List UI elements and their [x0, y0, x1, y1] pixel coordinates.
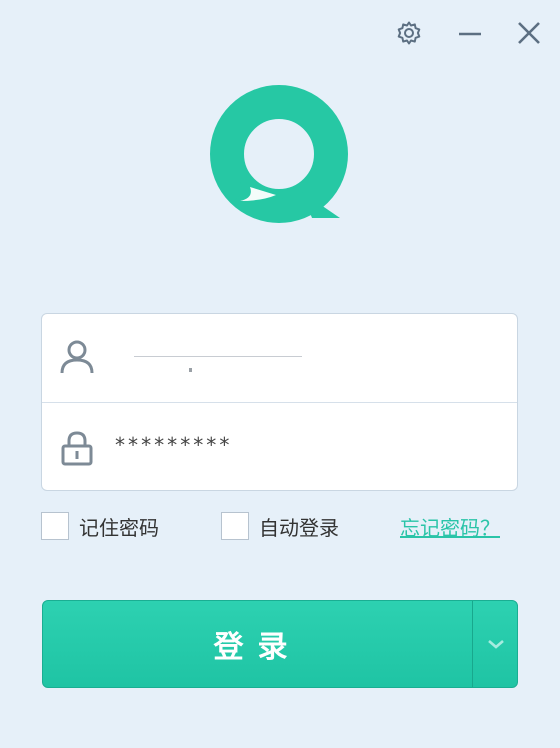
gear-icon — [397, 21, 421, 45]
remember-password-label: 记住密码 — [79, 515, 159, 540]
username-caret — [189, 368, 192, 372]
auto-login-checkbox[interactable] — [221, 512, 249, 540]
username-row — [42, 314, 517, 403]
login-button[interactable]: 登录 — [43, 601, 472, 687]
login-form: ********* — [41, 313, 518, 491]
lock-icon-wrap — [60, 429, 94, 467]
settings-button[interactable] — [392, 16, 426, 50]
remember-password-checkbox[interactable] — [41, 512, 69, 540]
user-icon-wrap — [60, 338, 94, 376]
auto-login-option[interactable]: 自动登录 — [221, 511, 339, 541]
close-button[interactable] — [512, 16, 546, 50]
password-row: ********* — [42, 403, 517, 490]
forgot-password-link[interactable]: 忘记密码？ — [400, 512, 500, 541]
login-button-label: 登录 — [213, 630, 302, 665]
lock-icon — [61, 431, 93, 466]
login-button-group: 登录 — [42, 600, 518, 688]
app-logo — [210, 84, 352, 226]
close-icon — [518, 22, 540, 44]
chevron-down-icon — [488, 640, 504, 649]
remember-password-option[interactable]: 记住密码 — [41, 511, 159, 541]
password-input[interactable]: ********* — [114, 433, 231, 457]
minimize-icon — [459, 32, 481, 36]
chat-bubble-logo — [210, 85, 348, 223]
user-icon — [60, 340, 94, 374]
username-input[interactable] — [132, 344, 396, 376]
auto-login-label: 自动登录 — [259, 515, 339, 540]
username-underline — [134, 356, 302, 357]
minimize-button[interactable] — [453, 16, 487, 50]
login-options-dropdown[interactable] — [473, 601, 517, 687]
